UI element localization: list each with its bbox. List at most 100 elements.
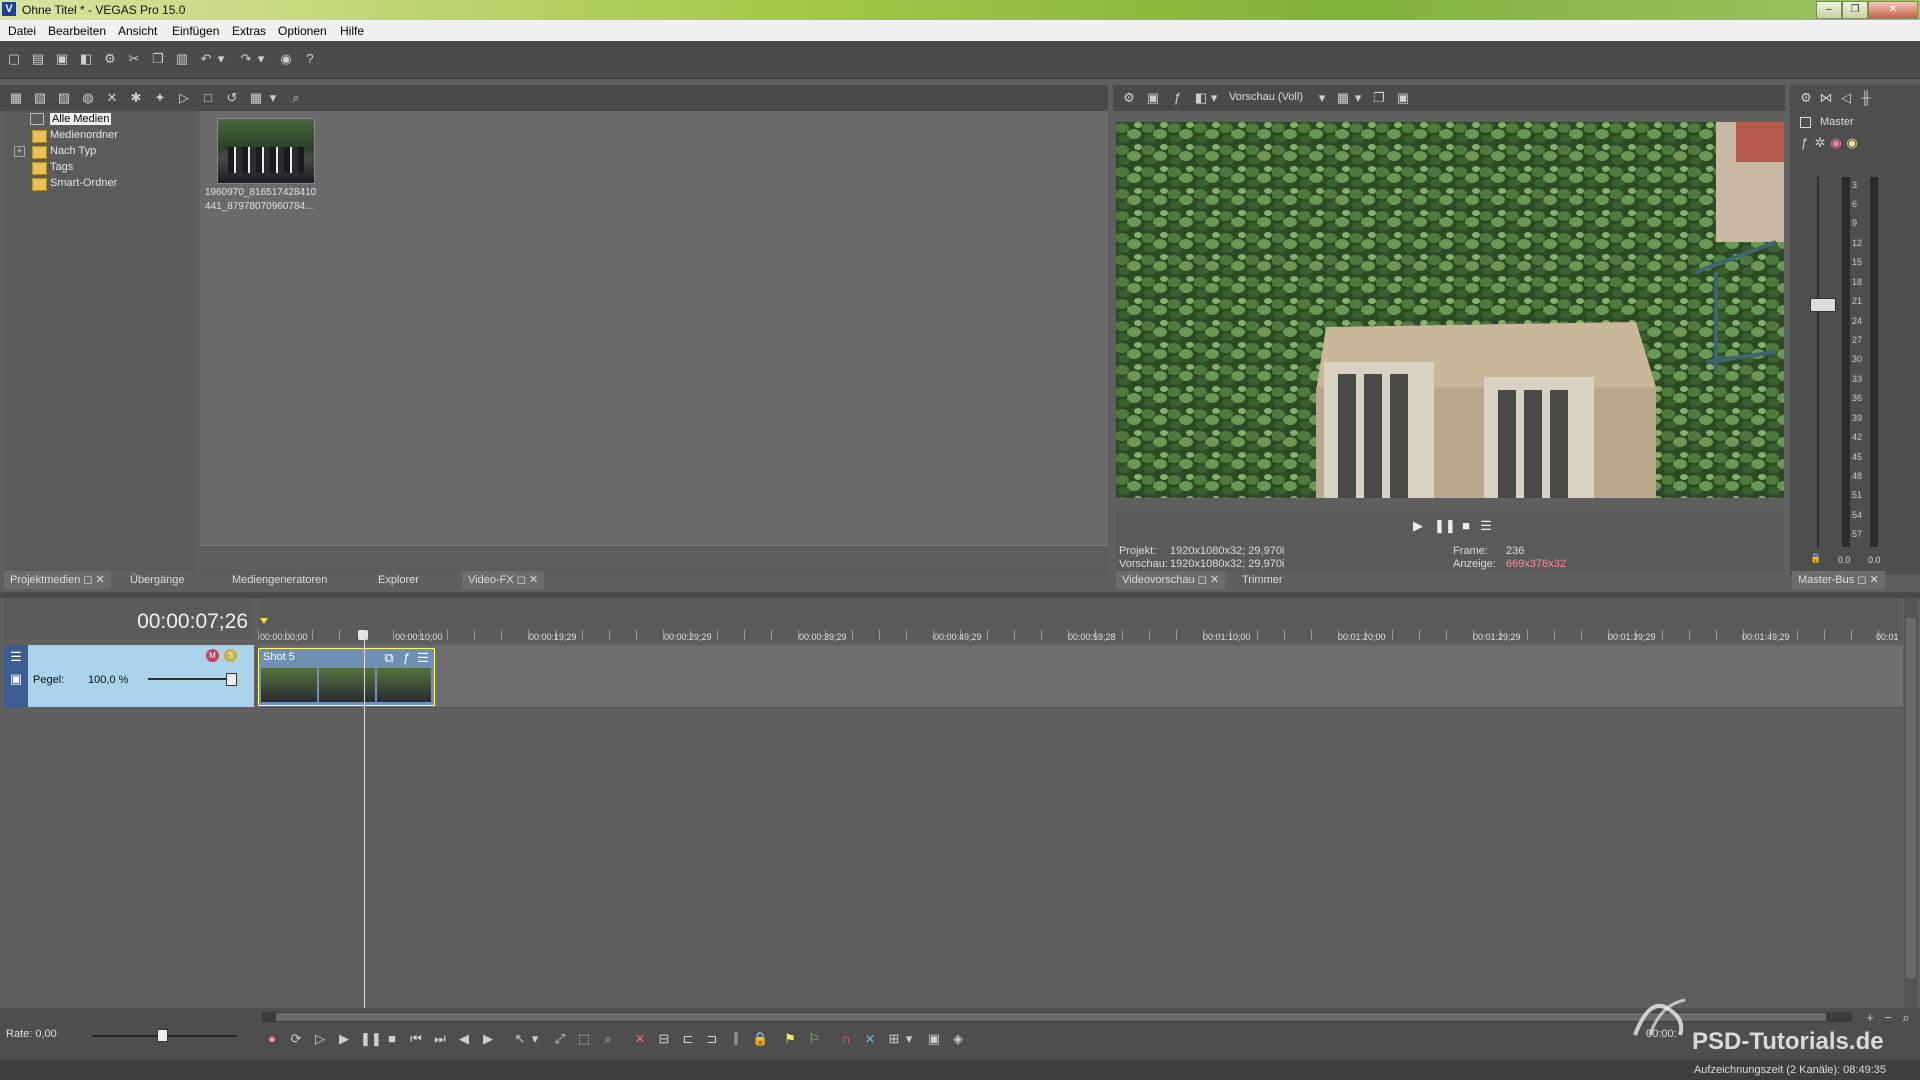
next-frame-icon[interactable]: ▶ (480, 1031, 496, 1047)
tab-trimmer[interactable]: Trimmer (1236, 571, 1289, 589)
clip-menu-icon[interactable]: ☰ (415, 650, 431, 666)
previous-frame-icon[interactable]: ◀ (456, 1031, 472, 1047)
master-fx-icon[interactable]: ƒ (1796, 135, 1812, 151)
master-fader-handle[interactable] (1810, 298, 1836, 312)
lock-icon[interactable]: 🔒 (1810, 553, 1821, 564)
stop-icon[interactable]: ■ (1458, 518, 1474, 534)
menu-datei[interactable]: Datei (8, 24, 36, 38)
stop-icon[interactable]: □ (200, 90, 216, 106)
video-track-lane[interactable] (258, 645, 1903, 708)
views-icon[interactable]: ▦ (248, 90, 264, 106)
save-snapshot-icon[interactable]: ▣ (1395, 90, 1411, 106)
properties-gear-icon[interactable]: ⚙ (102, 51, 118, 67)
master-checkbox[interactable] (1800, 117, 1811, 128)
lock-icon[interactable]: 🔒 (752, 1031, 768, 1047)
play-icon[interactable]: ▶ (336, 1031, 352, 1047)
cut-icon[interactable]: ✂ (126, 51, 142, 67)
mute-icon[interactable]: ◉ (1828, 135, 1844, 151)
views-dropdown-icon[interactable]: ▾ (268, 90, 278, 106)
downmix-icon[interactable]: ⋈ (1818, 90, 1834, 106)
delete-icon[interactable]: ✕ (632, 1031, 648, 1047)
auto-crossfade-icon[interactable]: ⨯ (862, 1031, 878, 1047)
play-from-start-icon[interactable]: ▷ (312, 1031, 328, 1047)
ignore-grouping-icon[interactable]: ◈ (950, 1031, 966, 1047)
tab-videovorschau[interactable]: Videovorschau ◻ ✕ (1116, 571, 1226, 589)
timeline-vertical-scrollbar[interactable] (1904, 598, 1918, 1008)
go-to-end-icon[interactable]: ⏭ (432, 1031, 448, 1047)
menu-bearbeiten[interactable]: Bearbeiten (48, 24, 106, 38)
zoom-out-icon[interactable]: − (1880, 1010, 1896, 1026)
delete-icon[interactable]: ✕ (104, 90, 120, 106)
tab-explorer[interactable]: Explorer (372, 571, 425, 589)
trim-start-icon[interactable]: ⊏ (680, 1031, 696, 1047)
timeline-empty-area[interactable] (4, 708, 1903, 1008)
tree-item-tags[interactable]: Tags (50, 161, 73, 173)
tree-item-smart-ordner[interactable]: Smart-Ordner (50, 177, 117, 189)
ripple-dropdown-icon[interactable]: ▾ (904, 1031, 914, 1047)
mixer-faders-icon[interactable]: ╫ (1858, 90, 1874, 106)
timeline-horizontal-scrollbar[interactable] (262, 1012, 1852, 1022)
split-icon[interactable]: ⫿ (728, 1031, 744, 1047)
pause-icon[interactable]: ❚❚ (1434, 518, 1456, 534)
insert-marker-icon[interactable]: ⚑ (782, 1031, 798, 1047)
clip-fx-icon[interactable]: ƒ (398, 650, 414, 666)
preview-play-icon[interactable]: ▷ (176, 90, 192, 106)
zoom-in-icon[interactable]: + (1862, 1010, 1878, 1026)
master-settings-gear-icon[interactable]: ⚙ (1798, 90, 1814, 106)
tab-projektmedien[interactable]: Projektmedien ◻ ✕ (4, 571, 111, 589)
auto-preview-icon[interactable]: ↺ (224, 90, 240, 106)
undo-icon[interactable]: ↶ (198, 51, 214, 67)
remove-unused-icon[interactable]: ◍ (80, 90, 96, 106)
timecode-value[interactable]: 00:00:07;26 (137, 610, 248, 634)
track-level-slider[interactable] (148, 678, 236, 680)
trim-end-icon[interactable]: ⊐ (704, 1031, 720, 1047)
expand-plus-icon[interactable]: + (14, 146, 25, 157)
tree-item-nach-typ[interactable]: Nach Typ (50, 145, 96, 157)
vegas-app-icon[interactable]: V (2, 2, 16, 16)
copy-icon[interactable]: ❐ (150, 51, 166, 67)
menu-optionen[interactable]: Optionen (278, 24, 327, 38)
play-icon[interactable]: ▶ (1410, 518, 1426, 534)
tab-master-bus[interactable]: Master-Bus ◻ ✕ (1792, 571, 1885, 589)
tree-item-all-media[interactable]: Alle Medien (50, 113, 112, 125)
speaker-icon[interactable]: ◁ (1838, 90, 1854, 106)
maximize-button[interactable]: ❐ (1842, 1, 1868, 19)
vertical-scroll-thumb[interactable] (1906, 618, 1916, 978)
solo-icon[interactable]: ◉ (1844, 135, 1860, 151)
loop-playback-icon[interactable]: ⟳ (288, 1031, 304, 1047)
zoom-tool-icon[interactable]: ⌕ (600, 1031, 616, 1047)
tree-item-medienordner[interactable]: Medienordner (50, 129, 118, 141)
menu-ansicht[interactable]: Ansicht (118, 24, 157, 38)
record-icon[interactable]: ● (264, 1031, 280, 1047)
track-solo-icon[interactable]: S (224, 649, 237, 662)
preview-settings-gear-icon[interactable]: ⚙ (1121, 90, 1137, 106)
snapshot-icon[interactable]: ◉ (278, 51, 294, 67)
close-window-button[interactable]: ✕ (1868, 1, 1918, 19)
external-monitor-icon[interactable]: ▣ (1145, 90, 1161, 106)
open-folder-icon[interactable]: ▤ (30, 51, 46, 67)
save-as-icon[interactable]: ◧ (78, 51, 94, 67)
import-media-icon[interactable]: ▦ (8, 90, 24, 106)
tab-video-fx[interactable]: Video-FX ◻ ✕ (462, 571, 545, 589)
media-thumbnail[interactable] (217, 118, 315, 184)
menu-einfuegen[interactable]: Einfügen (172, 24, 219, 38)
save-icon[interactable]: ▣ (54, 51, 70, 67)
normal-edit-tool-icon[interactable]: ↖ (512, 1031, 528, 1047)
new-file-icon[interactable]: ▢ (6, 51, 22, 67)
loop-marker-icon[interactable] (260, 618, 268, 624)
media-plugin-icon[interactable]: ✦ (152, 90, 168, 106)
quality-dropdown-icon[interactable]: ▾ (1317, 90, 1327, 106)
rate-slider-handle[interactable] (157, 1029, 168, 1042)
menu-extras[interactable]: Extras (232, 24, 266, 38)
pause-icon[interactable]: ❚❚ (360, 1031, 382, 1047)
envelope-tool-icon[interactable]: ⤢ (552, 1031, 568, 1047)
stop-icon[interactable]: ■ (384, 1031, 400, 1047)
horizontal-scroll-thumb[interactable] (276, 1013, 1826, 1021)
media-scrollbar[interactable] (200, 545, 1108, 572)
track-menu-icon[interactable]: ☰ (8, 649, 24, 665)
get-media-icon[interactable]: ▨ (56, 90, 72, 106)
paste-icon[interactable]: ▥ (174, 51, 190, 67)
overlays-dropdown-icon[interactable]: ▾ (1353, 90, 1363, 106)
ripple-edit-icon[interactable]: ⊞ (886, 1031, 902, 1047)
track-mute-icon[interactable]: M (206, 649, 219, 662)
